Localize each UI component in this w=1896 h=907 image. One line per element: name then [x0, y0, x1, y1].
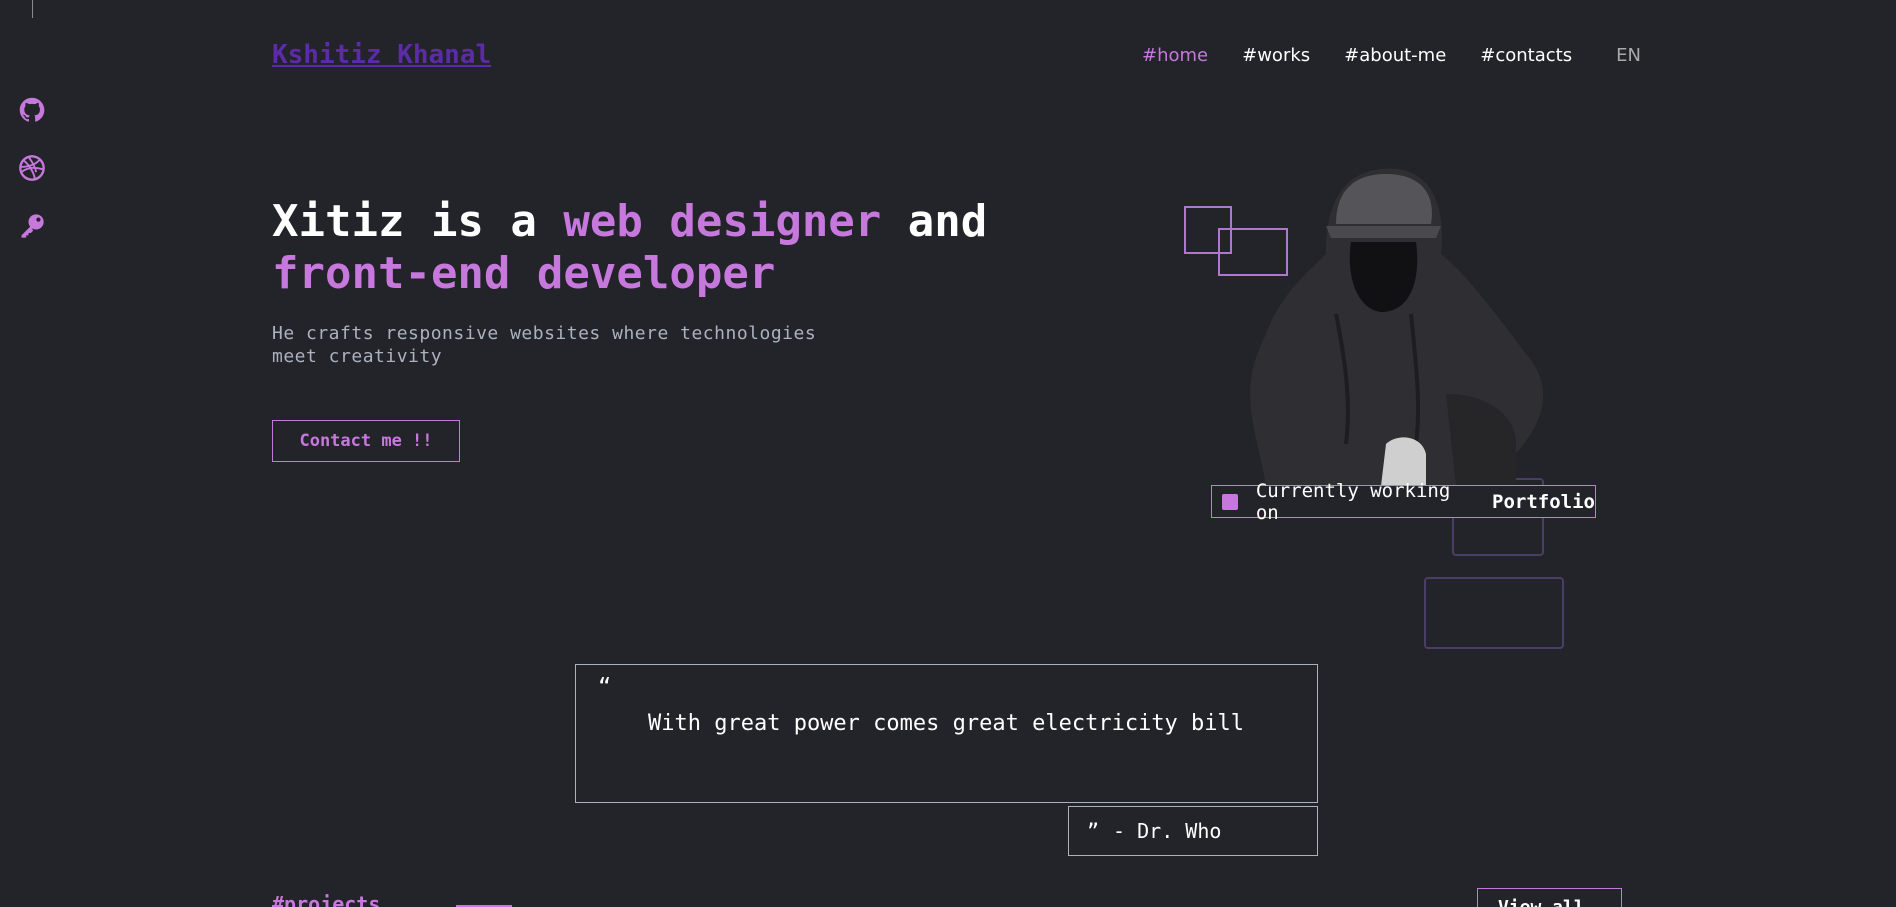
- status-prefix: Currently working on: [1255, 479, 1451, 524]
- nav-home[interactable]: #home: [1142, 45, 1208, 66]
- hero-title-part: and: [881, 196, 988, 247]
- contact-button[interactable]: Contact me !!: [272, 420, 460, 462]
- decorative-square: [1424, 577, 1564, 649]
- github-icon[interactable]: [18, 96, 46, 124]
- hero-title-accent: web designer: [563, 196, 882, 247]
- decorative-square: [1218, 228, 1288, 276]
- nav-works[interactable]: #works: [1242, 45, 1310, 66]
- hero-title: Xitiz is a web designer and front-end dev…: [272, 196, 1032, 300]
- page: Kshitiz Khanal #home #works #about-me #c…: [0, 0, 1896, 907]
- social-links: [18, 96, 46, 240]
- quote-text: With great power comes great electricity…: [648, 711, 1245, 736]
- nav-about-me[interactable]: #about-me: [1344, 45, 1446, 66]
- status-dot-icon: [1222, 493, 1238, 510]
- nav-contacts[interactable]: #contacts: [1480, 45, 1572, 66]
- key-icon[interactable]: [18, 212, 46, 240]
- quote-box: “ With great power comes great electrici…: [575, 664, 1318, 803]
- language-switch[interactable]: EN: [1616, 45, 1641, 66]
- view-all-button[interactable]: View all ~~>: [1477, 888, 1622, 907]
- quote-close-mark: ”: [1087, 819, 1100, 843]
- quote-open-mark: “: [598, 675, 612, 700]
- projects-heading: #projects: [272, 892, 381, 907]
- side-line: [32, 0, 33, 18]
- quote-author: ” - Dr. Who: [1068, 806, 1318, 856]
- hero-subtitle: He crafts responsive websites where tech…: [272, 323, 817, 367]
- main-nav: #home #works #about-me #contacts EN: [1142, 45, 1641, 66]
- profile-photo: [1250, 168, 1544, 486]
- site-logo[interactable]: Kshitiz Khanal: [272, 40, 491, 70]
- dribbble-icon[interactable]: [18, 154, 46, 182]
- hero-title-accent: front-end developer: [272, 248, 776, 299]
- quote-author-name: - Dr. Who: [1113, 819, 1222, 843]
- hero-title-part: Xitiz is a: [272, 196, 564, 247]
- status-project: Portfolio: [1492, 490, 1595, 513]
- status-badge: Currently working on Portfolio: [1211, 480, 1596, 524]
